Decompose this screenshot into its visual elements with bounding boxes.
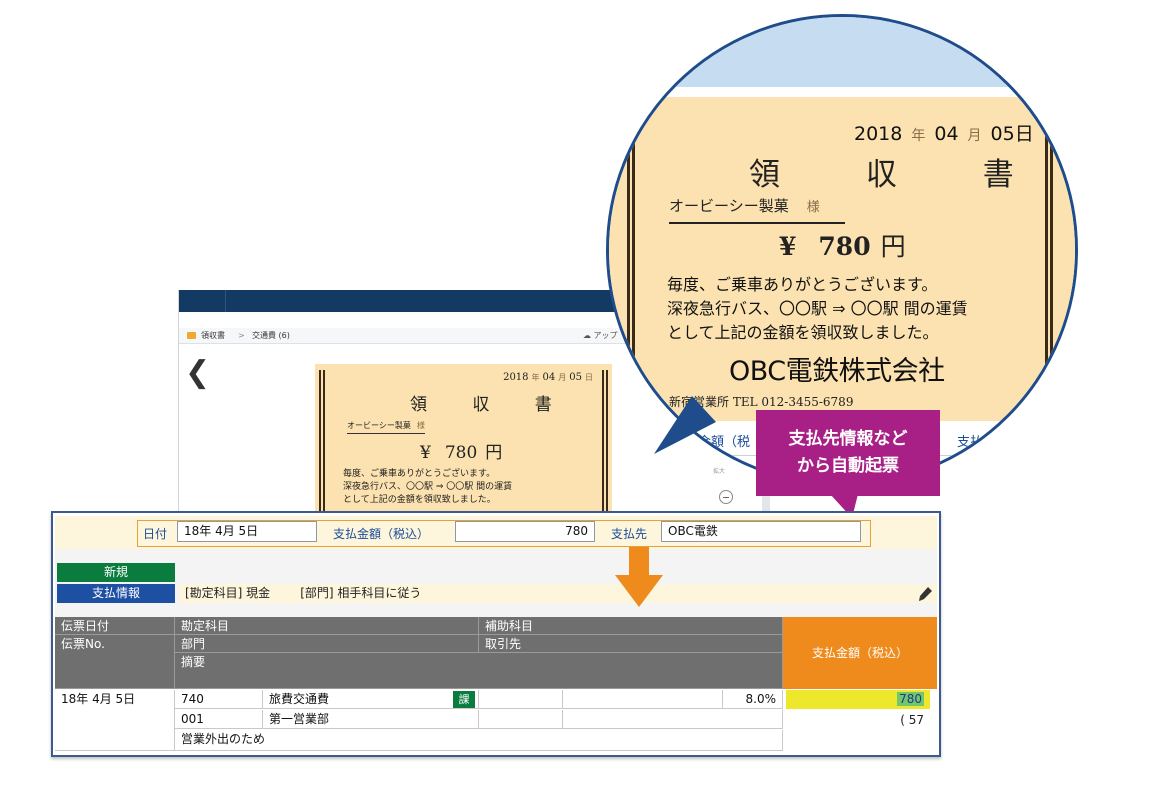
- payment-department: [部門] 相手科目に従う: [300, 586, 422, 600]
- row-date-cell[interactable]: 18年 4月 5日: [55, 690, 175, 751]
- magnifier-pointer: [654, 396, 716, 454]
- col-voucher-no: 伝票No.: [55, 635, 175, 689]
- col-voucher-date: 伝票日付: [55, 617, 175, 635]
- amount-field[interactable]: 780: [455, 521, 595, 542]
- down-arrow-icon: [615, 547, 663, 607]
- receipt-message: 毎度、ご乗車ありがとうございます。 深夜急行バス、〇〇駅 ⇒ 〇〇駅 間の運賃 …: [343, 469, 513, 505]
- amount-cell[interactable]: 780: [786, 690, 930, 709]
- date-label: 日付: [143, 527, 168, 541]
- new-voucher-button[interactable]: 新規: [57, 563, 175, 582]
- col-sub-account: 補助科目: [479, 617, 783, 635]
- payment-info-button[interactable]: 支払情報: [57, 584, 175, 603]
- breadcrumb-separator: >: [238, 331, 245, 340]
- col-client: 取引先: [479, 635, 783, 653]
- receipt-image: 2018 年 04 月 05 日 領 収 書 オービーシー製菓様 ¥780 円 毎度、ご乗車…: [315, 364, 612, 530]
- zoom-out-icon[interactable]: [719, 490, 733, 504]
- magnified-payee-label: 支払先: [957, 435, 997, 450]
- sub-account-name-cell[interactable]: [563, 690, 723, 709]
- sub-account-code-cell[interactable]: [479, 690, 563, 709]
- auto-entry-callout: 支払先情報など から自動起票: [756, 410, 940, 496]
- taxable-badge[interactable]: 課: [453, 691, 475, 708]
- receipt-date: 2018 年 04 月 05 日: [503, 372, 593, 383]
- dept-name-cell[interactable]: 第一営業部: [263, 710, 479, 729]
- dept-code-cell[interactable]: 001: [175, 710, 263, 729]
- magnified-receipt-title: 領 収 書: [749, 157, 1052, 193]
- col-payment-amount: 支払金額（税込）: [783, 617, 937, 689]
- breadcrumb-item-receipts[interactable]: 領収書: [201, 328, 225, 344]
- journal-table: 伝票日付 伝票No. 勘定科目 補助科目 部門 取引先 摘要 支払金額（税込） …: [55, 617, 937, 755]
- magnified-receipt-message: 毎度、ご乗車ありがとうございます。 深夜急行バス、〇〇駅 ⇒ 〇〇駅 間の運賃 …: [667, 275, 968, 342]
- client-code-cell[interactable]: [479, 710, 563, 729]
- col-department: 部門: [175, 635, 479, 653]
- callout-line-2: から自動起票: [797, 456, 899, 476]
- breadcrumb-item-transport[interactable]: 交通費 (6): [252, 328, 290, 344]
- voucher-entry-panel: 日付 18年 4月 5日 支払金額（税込） 780 支払先 OBC電鉄 新規 支…: [51, 511, 941, 757]
- client-name-cell[interactable]: [563, 710, 783, 729]
- magnified-receipt-customer: オービーシー製菓様: [669, 195, 845, 224]
- receipt-customer: オービーシー製菓様: [347, 420, 425, 434]
- receipt-title: 領 収 書: [410, 395, 572, 415]
- magnified-payee-field: [999, 427, 1059, 449]
- amount-label: 支払金額（税込）: [333, 527, 430, 541]
- payment-info-bar: [勘定科目] 現金 [部門] 相手科目に従う: [179, 584, 937, 603]
- magnified-toolbar: [609, 17, 1075, 87]
- voucher-header-row: 日付 18年 4月 5日 支払金額（税込） 780 支払先 OBC電鉄: [55, 516, 937, 549]
- magnified-receipt: 2018 年 04 月 05日 領 収 書 オービーシー製菓様 ¥780 円 毎度、ご乗車…: [609, 97, 1075, 421]
- magnified-receipt-date: 2018 年 04 月 05日: [854, 123, 1034, 145]
- payment-account: [勘定科目] 現金: [185, 586, 271, 600]
- tax-rate-cell[interactable]: 8.0%: [723, 690, 783, 709]
- memo-cell[interactable]: 営業外出のため: [175, 730, 783, 751]
- tax-amount-cell: ( 57: [900, 713, 924, 727]
- payee-label: 支払先: [611, 527, 648, 541]
- folder-icon: [187, 332, 196, 339]
- account-code-cell[interactable]: 740: [175, 690, 263, 709]
- magnified-receipt-amount: ¥780 円: [779, 232, 906, 261]
- col-memo: 摘要: [175, 653, 783, 689]
- date-field[interactable]: 18年 4月 5日: [177, 521, 317, 542]
- magnified-receipt-company: OBC電鉄株式会社: [729, 356, 945, 387]
- thumbnail-panel: [227, 346, 317, 530]
- edit-pencil-icon[interactable]: [919, 585, 933, 601]
- callout-line-1: 支払先情報など: [788, 429, 908, 449]
- col-account: 勘定科目: [175, 617, 479, 635]
- payee-field[interactable]: OBC電鉄: [661, 521, 861, 542]
- back-arrow-icon[interactable]: ❮: [185, 358, 210, 388]
- receipt-amount: ¥780 円: [420, 443, 503, 463]
- account-name-cell[interactable]: 旅費交通費: [263, 690, 479, 709]
